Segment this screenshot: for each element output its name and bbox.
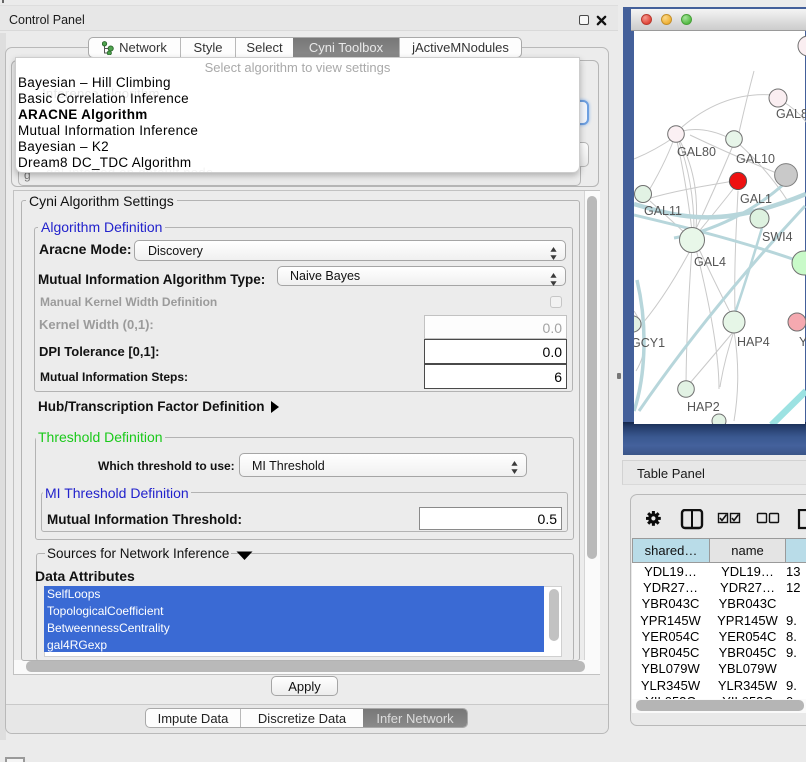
svg-text:GAL80: GAL80 [677, 145, 716, 159]
svg-text:HAP4: HAP4 [737, 335, 770, 349]
svg-text:GAL10: GAL10 [736, 152, 775, 166]
svg-text:Y: Y [799, 335, 806, 349]
svg-text:GAL11: GAL11 [644, 204, 682, 218]
svg-text:GCY1: GCY1 [634, 336, 665, 350]
svg-text:GAL1: GAL1 [740, 192, 772, 206]
svg-text:GAL8: GAL8 [776, 107, 806, 121]
svg-text:HAP2: HAP2 [687, 400, 720, 414]
svg-text:SWI4: SWI4 [762, 230, 793, 244]
svg-text:GAL4: GAL4 [694, 255, 726, 269]
